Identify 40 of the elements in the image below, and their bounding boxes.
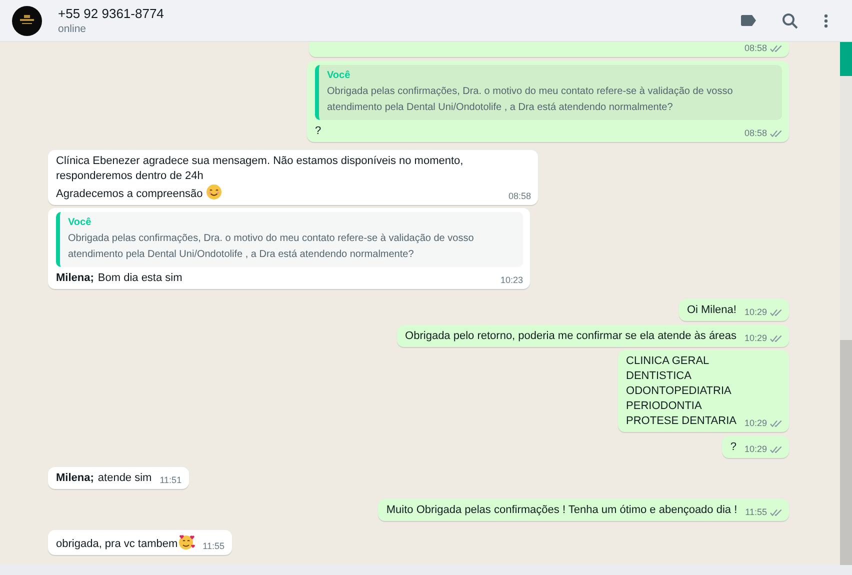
label-icon[interactable] [741, 15, 756, 26]
scrollbar-thumb[interactable] [840, 340, 852, 565]
message-time: 08:58 [508, 190, 531, 203]
quote-author: Você [68, 216, 92, 230]
search-icon[interactable] [782, 12, 798, 28]
message-text: ? [730, 441, 736, 453]
contact-status: online [58, 22, 88, 36]
message-time: 11:55 [202, 540, 225, 553]
message-text: Agradecemos a compreensão [56, 188, 203, 200]
quote-text: Obrigada pelas confirmações, Dra. o motivo do meu contato refere-se à validação de vosso atendimento pela Dental Uni/Ondotolife , a Dra está atendendo normalmente? [68, 232, 475, 262]
message-text: DENTISTICA [626, 370, 692, 382]
contact-name: +55 92 9361-8774 [58, 5, 165, 22]
message-text: PROTESE DENTARIA [626, 415, 736, 427]
message-time: 10:23 [500, 274, 523, 287]
message-time: 08:58 [744, 127, 767, 140]
message-text: Oi Milena! [686, 304, 736, 316]
sender-name: Milena; [56, 472, 94, 484]
quote-author: Você [327, 69, 352, 83]
message-time: 10:29 [744, 417, 767, 430]
sender-name: Milena; [56, 272, 94, 284]
message-text: CLINICA GERAL [626, 355, 710, 367]
message-text: Obrigada pelo retorno, poderia me confirmar se ela atende às áreas [405, 330, 736, 342]
message-text: Clínica Ebenezer agradece sua mensagem. Não estamos disponíveis no momento, responderemos dentro de 24h [56, 155, 464, 182]
message-text: obrigada, pra vc tambem [56, 538, 178, 550]
message-text: atende sim [98, 472, 152, 484]
message-time: 10:29 [744, 306, 767, 319]
message-text: Muito Obrigada pelas confirmações ! Tenha um ótimo e abençoado dia ! [386, 504, 738, 516]
logo-avatar[interactable] [12, 6, 42, 36]
quote-text: Obrigada pelas confirmações, Dra. o motivo do meu contato refere-se à validação de vosso atendimento pela Dental Uni/Ondotolife , a Dra está atendendo normalmente? [327, 85, 734, 115]
message-text: ? [315, 125, 322, 137]
message-text: Bom dia esta sim [98, 272, 182, 284]
message-time: 08:58 [744, 42, 767, 55]
menu-icon[interactable] [824, 14, 828, 28]
message-text: PERIODONTIA [626, 400, 702, 412]
message-time: 10:29 [744, 332, 767, 345]
message-time: 11:55 [745, 506, 767, 519]
message-time: 11:51 [160, 474, 182, 487]
accent-strip [840, 42, 852, 76]
message-time: 10:29 [744, 443, 767, 456]
message-text: ODONTOPEDIATRIA [626, 385, 732, 397]
